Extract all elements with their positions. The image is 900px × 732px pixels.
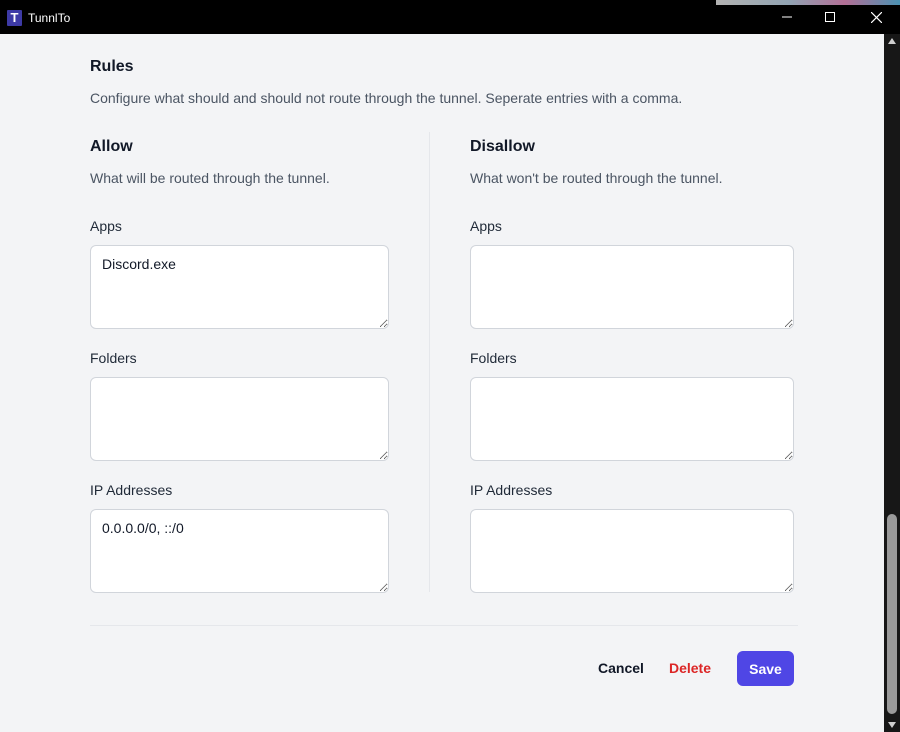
vertical-scrollbar[interactable] <box>884 34 900 732</box>
close-button[interactable] <box>853 0 899 34</box>
allow-description: What will be routed through the tunnel. <box>90 170 330 186</box>
minimize-button[interactable] <box>764 0 810 34</box>
title-bar: T TunnlTo <box>0 0 900 34</box>
disallow-apps-label: Apps <box>470 218 502 234</box>
save-button[interactable]: Save <box>737 651 794 686</box>
allow-ips-label: IP Addresses <box>90 482 173 498</box>
disallow-folders-label: Folders <box>470 350 517 366</box>
delete-button[interactable]: Delete <box>660 658 720 678</box>
disallow-apps-field[interactable] <box>470 245 794 329</box>
close-icon <box>870 11 882 23</box>
allow-apps-field[interactable] <box>90 245 389 329</box>
rules-panel: Rules Configure what should and should n… <box>0 34 884 732</box>
maximize-icon <box>825 12 835 22</box>
allow-apps-label: Apps <box>90 218 122 234</box>
disallow-description: What won't be routed through the tunnel. <box>470 170 723 186</box>
scrollbar-thumb[interactable] <box>887 514 897 714</box>
scroll-down-icon[interactable] <box>888 722 896 728</box>
cancel-button[interactable]: Cancel <box>588 658 654 678</box>
app-icon: T <box>7 10 22 26</box>
scroll-up-icon[interactable] <box>888 38 896 44</box>
column-divider <box>429 132 430 592</box>
maximize-button[interactable] <box>807 0 853 34</box>
minimize-icon <box>782 16 792 18</box>
allow-folders-label: Folders <box>90 350 137 366</box>
window-title: TunnlTo <box>28 11 71 25</box>
allow-title: Allow <box>90 138 133 155</box>
disallow-folders-field[interactable] <box>470 377 794 461</box>
footer-divider <box>90 625 798 626</box>
allow-ips-field[interactable] <box>90 509 389 593</box>
disallow-title: Disallow <box>470 138 535 155</box>
rules-title: Rules <box>90 58 134 75</box>
disallow-ips-label: IP Addresses <box>470 482 553 498</box>
allow-folders-field[interactable] <box>90 377 389 461</box>
disallow-ips-field[interactable] <box>470 509 794 593</box>
rules-description: Configure what should and should not rou… <box>90 90 683 106</box>
